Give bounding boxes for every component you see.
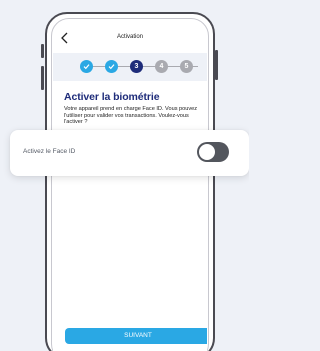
check-icon [108, 64, 115, 70]
face-id-label: Activez le Face ID [23, 148, 76, 155]
phone-volume-down-button [41, 66, 44, 90]
toggle-knob [199, 144, 215, 160]
phone-frame: Activation 3 4 5 Activer la biométrie Vo… [45, 12, 215, 351]
next-button[interactable]: SUIVANT [65, 328, 207, 344]
face-id-toggle[interactable] [197, 142, 229, 162]
face-id-setting-card: Activez le Face ID [10, 130, 249, 176]
description-text: Votre appareil prend en charge Face ID. … [64, 106, 198, 126]
progress-stepper: 3 4 5 [53, 53, 207, 81]
page-title: Activation [116, 34, 143, 40]
section-heading: Activer la biométrie [64, 91, 160, 103]
phone-volume-up-button [41, 44, 44, 58]
step-5-todo: 5 [180, 60, 193, 73]
step-4-todo: 4 [155, 60, 168, 73]
top-bar: Activation [53, 28, 207, 50]
step-1-done [80, 60, 93, 73]
step-2-done [105, 60, 118, 73]
phone-power-button [215, 50, 218, 80]
check-icon [83, 64, 90, 70]
step-3-current: 3 [130, 60, 143, 73]
phone-screen: Activation 3 4 5 Activer la biométrie Vo… [53, 22, 207, 351]
app-scene: Activation 3 4 5 Activer la biométrie Vo… [0, 0, 249, 351]
